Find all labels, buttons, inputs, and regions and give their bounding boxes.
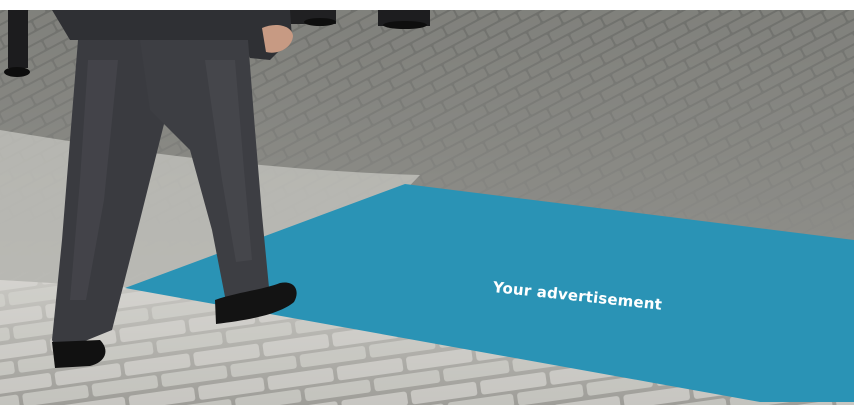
floor-advertisement-photo [0,0,854,405]
top-border [0,0,854,10]
